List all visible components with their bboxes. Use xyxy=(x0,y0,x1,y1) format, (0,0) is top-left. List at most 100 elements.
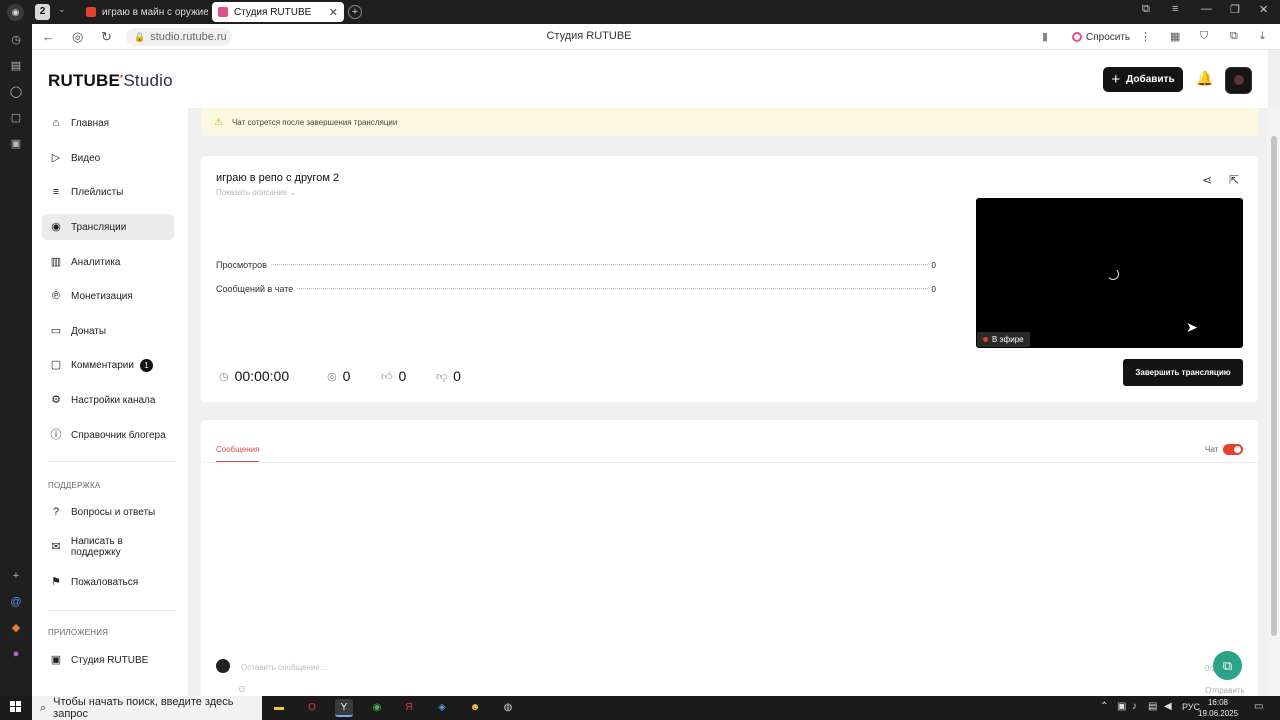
minimize-icon[interactable]: — xyxy=(1201,3,1212,15)
sidebar-item-write-support[interactable]: ✉ Написать в поддержку xyxy=(42,534,174,560)
sidebar-item-channel-settings[interactable]: ⚙ Настройки канала xyxy=(42,387,174,413)
sidebar-item-donates[interactable]: ▭ Донаты xyxy=(42,318,174,344)
tab-label: играю в майн с оружием xyxy=(102,6,208,18)
sidebar-item-faq[interactable]: ? Вопросы и ответы xyxy=(42,499,174,525)
sidebar-item-home[interactable]: ⌂ Главная xyxy=(42,110,174,136)
sidebar-item-broadcasts[interactable]: ◉ Трансляции xyxy=(42,214,174,240)
add-button[interactable]: + Добавить xyxy=(1103,67,1183,92)
send-button[interactable]: Отправить xyxy=(1205,686,1245,695)
market-app-icon[interactable]: ◆ xyxy=(8,620,24,636)
ai-icon xyxy=(1072,32,1082,42)
tab-group-icon[interactable]: ▢ xyxy=(8,110,24,126)
dislikes-metric: 👎︎ 0 xyxy=(436,368,461,384)
logo-main: RUTUBE xyxy=(48,71,121,90)
file-explorer-icon[interactable]: ▬ xyxy=(270,699,288,717)
yandex-icon[interactable]: Я xyxy=(400,699,418,717)
url-field[interactable]: 🔒 studio.rutube.ru xyxy=(126,28,232,46)
thumbs-down-icon: 👎︎ xyxy=(436,370,448,383)
restore-icon[interactable]: ❐ xyxy=(1230,3,1240,16)
media-icon[interactable]: ◯ xyxy=(8,84,24,100)
taskbar-clock[interactable]: 16:08 19.06.2025 xyxy=(1198,697,1238,719)
sidebar-item-studio-app[interactable]: ▣ Студия RUTUBE xyxy=(42,647,174,673)
scrollbar-thumb[interactable] xyxy=(1271,136,1277,636)
bookmark-icon[interactable]: ▮ xyxy=(1042,30,1048,43)
new-tab-icon[interactable]: + xyxy=(348,5,362,19)
chrome-icon[interactable]: ◉ xyxy=(368,699,386,717)
live-dot-icon xyxy=(983,337,988,342)
emoji-icon[interactable]: ☺ xyxy=(237,684,247,695)
comments-count-badge: 1 xyxy=(139,358,153,372)
address-bar: ← ◎ ↻ 🔒 studio.rutube.ru Студия RUTUBE ▮… xyxy=(32,24,1280,50)
ask-ai-button[interactable]: Спросить xyxy=(1068,28,1134,46)
bell-icon[interactable]: 🔔 xyxy=(1196,70,1213,87)
back-icon[interactable]: ← xyxy=(42,30,55,43)
viewers-value: 0 xyxy=(342,368,351,384)
sidebar-item-label: Монетизация xyxy=(71,290,133,302)
rutube-studio-logo[interactable]: RUTUBE•Studio xyxy=(48,71,173,91)
obs-icon[interactable]: ◍ xyxy=(499,699,517,717)
reload-icon[interactable]: ↻ xyxy=(101,30,112,43)
microphone-icon[interactable]: ♪ xyxy=(1132,701,1137,712)
close-tab-icon[interactable]: ✕ xyxy=(329,6,338,19)
browser-tab-active[interactable]: Студия RUTUBE ✕ xyxy=(212,2,344,22)
sidebar-item-monetization[interactable]: ℗ Монетизация xyxy=(42,283,174,309)
sidebar-item-video[interactable]: ▷ Видео xyxy=(42,145,174,171)
share-icon[interactable]: ⋖ xyxy=(1202,173,1212,187)
chat-toggle[interactable] xyxy=(1223,444,1243,455)
logo-studio: Studio xyxy=(123,71,173,90)
page-scrollbar[interactable] xyxy=(1268,108,1280,696)
browser-logo-icon[interactable]: ◉ xyxy=(7,4,24,21)
protect-icon[interactable]: ⛉ xyxy=(1200,30,1208,43)
close-window-icon[interactable]: ✕ xyxy=(1259,3,1268,16)
support-chat-fab-icon[interactable]: ⧉ xyxy=(1213,651,1242,680)
chevron-down-icon[interactable]: ⌄ xyxy=(58,4,66,15)
clock-date: 19.06.2025 xyxy=(1198,709,1239,718)
alice-app-icon[interactable]: ● xyxy=(8,646,24,662)
sidebar-divider xyxy=(48,610,176,611)
stream-preview-player[interactable]: В эфире xyxy=(976,198,1243,348)
history-icon[interactable]: ◷ xyxy=(8,32,24,48)
sidebar-item-playlists[interactable]: ≡ Плейлисты xyxy=(42,179,174,205)
mail-app-icon[interactable]: @ xyxy=(8,594,24,610)
network-icon[interactable]: ▤ xyxy=(1148,701,1157,712)
yandex-browser-icon[interactable]: Y xyxy=(335,699,353,717)
extension-icon[interactable]: ◎ xyxy=(72,30,83,43)
playlist-icon: ≡ xyxy=(52,186,60,198)
sidebar-item-label: Справочник блогера xyxy=(71,429,166,441)
stat-dots xyxy=(270,264,928,265)
panels-icon[interactable]: ▣ xyxy=(8,136,24,152)
stat-chat-messages: Сообщений в чате 0 xyxy=(216,284,936,294)
tab-messages[interactable]: Сообщения xyxy=(216,445,260,462)
avatar[interactable] xyxy=(1225,67,1252,94)
browser-tab[interactable]: играю в майн с оружием xyxy=(80,2,208,22)
volume-icon[interactable]: ◀︎ xyxy=(1164,701,1172,712)
sidebar-item-blogger-guide[interactable]: ⓘ Справочник блогера xyxy=(42,422,174,448)
mouse-cursor-icon: ➤ xyxy=(1186,319,1198,335)
taskbar-search[interactable]: ⌕ Чтобы начать поиск, введите здесь запр… xyxy=(32,696,262,720)
reader-icon[interactable]: ▦ xyxy=(1170,30,1180,43)
opera-icon[interactable]: O xyxy=(303,699,321,717)
show-description-link[interactable]: Показать описание ⌄ xyxy=(216,188,296,197)
end-broadcast-button[interactable]: Завершить трансляцию xyxy=(1123,359,1243,386)
add-panel-icon[interactable]: + xyxy=(8,568,24,584)
sidebar-item-analytics[interactable]: ▥ Аналитика xyxy=(42,249,174,275)
notifications-icon[interactable]: ▭ xyxy=(1254,701,1263,712)
bookmarks-panel-icon[interactable]: ⧉ xyxy=(1230,30,1238,43)
info-icon: ⓘ xyxy=(50,429,62,441)
browser-tab-strip: ◉ 2 ⌄ играю в майн с оружием Студия RUTU… xyxy=(0,0,1280,24)
steam-icon[interactable]: ◈ xyxy=(433,699,451,717)
tray-chevron-icon[interactable]: ⌃ xyxy=(1100,701,1108,712)
sidebar-item-report[interactable]: ⚑ Пожаловаться xyxy=(42,569,174,595)
sidebar-item-comments[interactable]: ▢ Комментарии 1 xyxy=(42,352,174,378)
collections-icon[interactable]: ▤ xyxy=(8,58,24,74)
chat-message-input[interactable] xyxy=(241,660,1141,674)
menu-icon[interactable]: ≡ xyxy=(1172,3,1178,15)
workspace-badge[interactable]: 2 xyxy=(35,4,50,20)
tabs-icon[interactable]: ⧉ xyxy=(1142,3,1150,16)
tray-app-icon[interactable]: ▣ xyxy=(1117,701,1126,712)
more-icon[interactable]: ⋮ xyxy=(1140,30,1151,43)
download-icon[interactable]: ⤓ xyxy=(1260,30,1265,43)
open-external-icon[interactable]: ⇱ xyxy=(1229,173,1239,187)
windows-start-icon[interactable] xyxy=(10,701,22,713)
emoji-app-icon[interactable]: ☻ xyxy=(466,699,484,717)
